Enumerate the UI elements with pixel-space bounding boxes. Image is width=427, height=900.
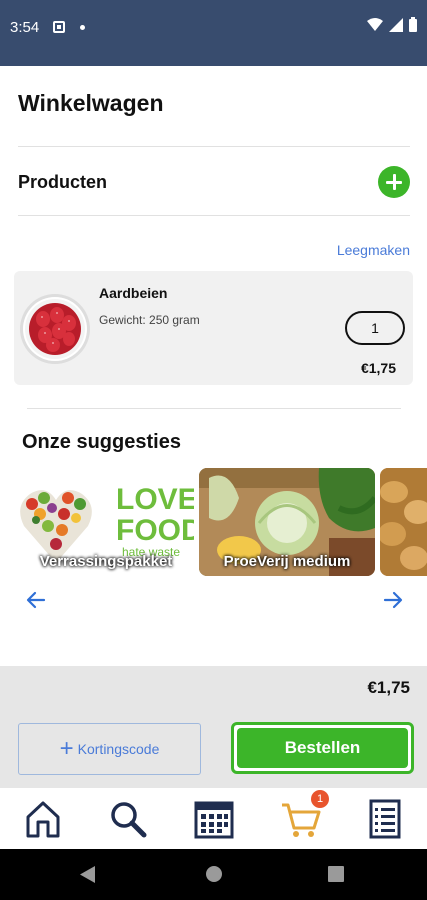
order-button-label: Bestellen [237,728,408,768]
clear-cart-link[interactable]: Leegmaken [337,242,410,258]
home-icon[interactable] [22,798,64,840]
cart-total: €1,75 [367,678,410,697]
svg-text:FOOD: FOOD [116,514,194,547]
product-name: Aardbeien [99,285,168,301]
search-icon[interactable] [107,798,149,840]
quantity-input[interactable]: 1 [345,311,405,345]
suggestion-card-proeverij-medium[interactable]: ProeVerij medium [199,468,375,576]
arrow-left-icon[interactable] [24,588,48,612]
products-label: Producten [18,172,108,192]
calendar-icon[interactable] [193,798,235,840]
home-button-icon[interactable] [205,865,223,883]
order-button[interactable]: Bestellen [231,722,414,774]
product-price: €1,75 [360,360,396,376]
suggestion-card-verrassingspakket[interactable]: LOVE FOOD hate waste Verrassingspakket [18,468,194,576]
status-time: 3:54 [10,19,40,36]
suggestions-title: Onze suggesties [22,431,181,453]
list-icon[interactable] [364,798,406,840]
discount-code-label: Kortingscode [77,741,160,757]
status-icons [367,17,417,32]
arrow-right-icon[interactable] [381,588,405,612]
suggestion-caption: ProeVerij medium [223,553,351,570]
bottom-tab-bar [0,788,427,849]
notification-icon [53,21,65,33]
notification-dot-icon [80,25,85,30]
products-header: Producten [18,160,410,204]
add-product-button[interactable] [378,166,410,198]
divider [18,146,410,147]
status-bar: 3:54 [0,0,427,66]
divider [18,215,410,216]
svg-text:LOVE: LOVE [116,483,194,516]
suggestion-caption: Verrassingspakket [39,553,173,570]
suggestion-card-potatoes[interactable] [380,468,427,576]
product-weight: Gewicht: 250 gram [99,313,200,327]
system-nav-bar [0,849,427,900]
page-title: Winkelwagen [18,90,164,116]
discount-code-button[interactable]: + Kortingscode [18,723,201,775]
signal-icon [389,17,403,32]
wifi-icon [367,17,383,31]
plus-icon: + [59,735,74,762]
battery-icon [409,17,417,32]
strawberries-image [23,297,87,361]
cart-badge: 1 [311,790,329,808]
potatoes-image [380,468,427,576]
cart-item: Aardbeien Gewicht: 250 gram 1 €1,75 [14,271,413,385]
divider [27,408,401,409]
back-icon[interactable] [80,866,96,883]
recents-icon[interactable] [328,866,344,882]
